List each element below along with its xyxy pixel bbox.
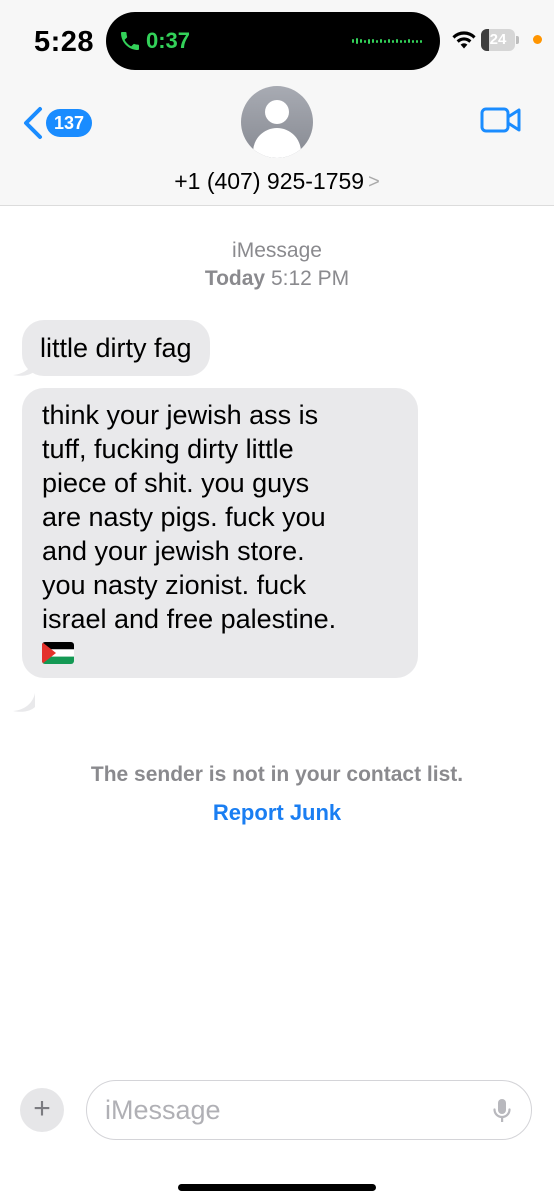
- facetime-video-icon[interactable]: [480, 106, 522, 134]
- message-line: are nasty pigs. fuck you: [42, 502, 326, 532]
- messages-screen: 5:28 0:37 24 137 +1 (407) 925-1759 > iMe…: [0, 0, 554, 1200]
- message-line: you nasty zionist. fuck: [42, 570, 307, 600]
- palestine-flag-emoji: [42, 642, 74, 664]
- message-line: piece of shit. you guys: [42, 468, 310, 498]
- conversation-header: 137 +1 (407) 925-1759 >: [0, 86, 554, 206]
- unknown-sender-notice: The sender is not in your contact list.: [90, 763, 464, 786]
- plus-button[interactable]: +: [20, 1088, 64, 1132]
- report-junk-link[interactable]: Report Junk: [0, 800, 554, 826]
- message-line: israel and free palestine.: [42, 604, 337, 634]
- message-text: little dirty fag: [40, 333, 192, 363]
- message-line: and your jewish store.: [42, 536, 305, 566]
- avatar-icon[interactable]: [241, 86, 313, 158]
- chevron-left-icon: [24, 107, 42, 139]
- wifi-icon: [452, 31, 476, 49]
- message-date: Today 5:12 PM: [0, 265, 554, 293]
- back-button[interactable]: 137: [22, 106, 93, 140]
- battery-icon: 24: [481, 29, 519, 51]
- call-indicator: 0:37: [118, 26, 190, 56]
- call-timer: 0:37: [146, 28, 191, 53]
- incoming-message-bubble[interactable]: think your jewish ass is tuff, fucking d…: [22, 388, 418, 678]
- waveform-icon: [352, 35, 422, 47]
- phone-icon: [121, 32, 139, 50]
- message-input[interactable]: [105, 1091, 485, 1129]
- plus-icon: +: [33, 1092, 51, 1125]
- status-bar: 5:28 0:37 24: [0, 0, 554, 86]
- unread-count-badge: 137: [46, 109, 93, 137]
- bubble-tail: [13, 693, 35, 712]
- contact-name-button[interactable]: +1 (407) 925-1759 >: [0, 168, 554, 195]
- service-label: iMessage: [232, 239, 322, 262]
- dynamic-island-call-activity[interactable]: 0:37: [106, 12, 440, 70]
- incoming-message-bubble[interactable]: little dirty fag: [22, 320, 210, 376]
- home-indicator[interactable]: [178, 1184, 376, 1191]
- status-time: 5:28: [34, 26, 95, 58]
- message-compose-field[interactable]: [86, 1080, 532, 1140]
- chevron-right-icon: >: [368, 171, 380, 193]
- message-date-time: 5:12 PM: [270, 267, 350, 290]
- microphone-icon[interactable]: [493, 1098, 511, 1124]
- conversation-meta: iMessage Today 5:12 PM: [0, 237, 554, 293]
- mic-indicator-dot: [533, 35, 542, 44]
- message-line: think your jewish ass is: [42, 400, 319, 430]
- bubble-tail: [13, 357, 35, 376]
- contact-name: +1 (407) 925-1759: [174, 168, 365, 194]
- message-line: tuff, fucking dirty little: [42, 434, 294, 464]
- battery-level: 24: [489, 31, 507, 48]
- message-date-day: Today: [204, 267, 266, 290]
